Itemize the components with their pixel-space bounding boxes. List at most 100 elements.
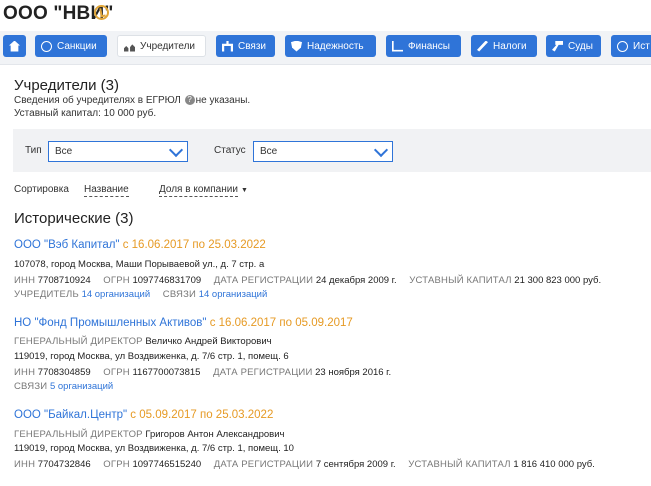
director-label: ГЕНЕРАЛЬНЫЙ ДИРЕКТОР — [14, 336, 143, 347]
inn-value: 7708710924 — [37, 275, 91, 286]
entry-title: НО "Фонд Промышленных Активов" с 16.06.2… — [14, 317, 353, 329]
director-value: Григоров Антон Александрович — [145, 429, 285, 440]
ogrn-value: 1097746515240 — [132, 459, 202, 470]
status-label: Статус — [214, 145, 246, 156]
founder-link[interactable]: 14 организаций — [82, 289, 151, 300]
inn-label: ИНН — [14, 459, 36, 470]
tab-label: Суды — [568, 40, 593, 52]
entry-title: ООО "Вэб Капитал" с 16.06.2017 по 25.03.… — [14, 239, 266, 251]
ogrn-label: ОГРН — [103, 459, 130, 470]
sort-by-share-label: Доля в компании — [159, 184, 238, 197]
type-select-value: Все — [55, 146, 73, 157]
tab-taxes[interactable]: Налоги — [471, 35, 537, 57]
sort-by-share[interactable]: Доля в компании ▼ — [159, 184, 248, 197]
percent-icon — [477, 40, 488, 52]
tab-sanctions[interactable]: Санкции — [35, 35, 107, 57]
tab-label: Ист — [633, 40, 650, 52]
tab-label: Связи — [238, 40, 267, 52]
tab-history[interactable]: Ист — [611, 35, 651, 57]
reg-value: 24 декабря 2009 г. — [315, 275, 397, 286]
entry-address: 119019, город Москва, ул Воздвиженка, д.… — [14, 443, 294, 454]
tab-links[interactable]: Связи — [216, 35, 275, 57]
hammer-icon — [552, 40, 563, 52]
egrul-note-text: Сведения об учредителях в ЕГРЮЛ — [14, 95, 181, 106]
ogrn-value: 1167700073815 — [132, 367, 201, 378]
history-icon — [617, 40, 628, 52]
entry-period: с 16.06.2017 по 05.09.2017 — [209, 317, 353, 329]
entry-title: ООО "Байкал.Центр" с 05.09.2017 по 25.03… — [14, 409, 273, 421]
links-link[interactable]: 14 организаций — [199, 289, 268, 300]
reg-label: ДАТА РЕГИСТРАЦИИ — [213, 275, 314, 286]
help-icon[interactable]: ? — [184, 95, 195, 106]
links-label: СВЯЗИ — [162, 289, 197, 300]
tab-label: Налоги — [493, 40, 527, 52]
shield-icon — [291, 40, 302, 52]
entry-relations: СВЯЗИ 5 организаций — [14, 381, 123, 392]
capital-label: УСТАВНЫЙ КАПИТАЛ — [409, 275, 512, 286]
type-label: Тип — [25, 145, 42, 156]
reg-label: ДАТА РЕГИСТРАЦИИ — [213, 367, 313, 378]
status-icon[interactable] — [94, 5, 109, 20]
globe-icon — [41, 40, 52, 52]
tab-label: Санкции — [57, 40, 97, 52]
capital-value: 1 816 410 000 руб. — [513, 459, 595, 470]
section-title: Учредители (3) — [14, 77, 120, 94]
entry-details: ИНН 7708304859 ОГРН 1167700073815 ДАТА Р… — [14, 367, 401, 378]
sort-by-name-label: Название — [84, 184, 129, 197]
entry-period: с 05.09.2017 по 25.03.2022 — [130, 409, 274, 421]
entry-name-link[interactable]: ООО "Вэб Капитал" — [14, 239, 120, 251]
status-select[interactable]: Все — [253, 141, 393, 162]
entry-director: ГЕНЕРАЛЬНЫЙ ДИРЕКТОР Григоров Антон Алек… — [14, 429, 294, 440]
tab-bar: Санкции Учредители Связи Надежность Фина… — [0, 31, 651, 65]
type-select[interactable]: Все — [48, 141, 188, 162]
inn-label: ИНН — [14, 275, 36, 286]
entry-relations: УЧРЕДИТЕЛЬ 14 организаций СВЯЗИ 14 орган… — [14, 289, 277, 300]
links-label: СВЯЗИ — [14, 381, 48, 392]
links-link[interactable]: 5 организаций — [50, 381, 113, 392]
entry-address: 107078, город Москва, Маши Порываевой ул… — [14, 259, 265, 270]
status-select-value: Все — [260, 146, 278, 157]
egrul-note-suffix: не указаны. — [195, 95, 251, 106]
users-icon — [124, 44, 135, 52]
tab-reliability[interactable]: Надежность — [285, 35, 376, 57]
chevron-down-icon — [374, 145, 388, 155]
inn-label: ИНН — [14, 367, 36, 378]
home-icon — [9, 40, 20, 52]
ogrn-value: 1097746831709 — [132, 275, 202, 286]
chevron-down-icon — [169, 145, 183, 155]
founders-panel: Учредители (3) Сведения об учредителях в… — [0, 66, 651, 486]
ogrn-label: ОГРН — [103, 275, 130, 286]
page-header: ООО "НВИ" — [0, 0, 651, 30]
reg-value: 7 сентября 2009 г. — [315, 459, 396, 470]
tab-label: Учредители — [140, 40, 196, 52]
sort-label: Сортировка — [14, 184, 69, 195]
tab-label: Финансы — [408, 40, 450, 52]
founder-label: УЧРЕДИТЕЛЬ — [14, 289, 79, 300]
historic-title: Исторические (3) — [14, 210, 134, 227]
entry-address: 119019, город Москва, ул Воздвиженка, д.… — [14, 351, 289, 362]
sort-by-name[interactable]: Название — [84, 184, 129, 197]
director-label: ГЕНЕРАЛЬНЫЙ ДИРЕКТОР — [14, 429, 143, 440]
tab-courts[interactable]: Суды — [546, 35, 601, 57]
tab-finance[interactable]: Финансы — [386, 35, 461, 57]
capital-label: УСТАВНЫЙ КАПИТАЛ — [408, 459, 511, 470]
inn-value: 7704732846 — [37, 459, 91, 470]
entry-details: ИНН 7704732846 ОГРН 1097746515240 ДАТА Р… — [14, 459, 605, 470]
egrul-note: Сведения об учредителях в ЕГРЮЛ ? не указ… — [14, 95, 250, 106]
links-icon — [222, 40, 233, 52]
tab-founders[interactable]: Учредители — [117, 35, 206, 57]
director-value: Величко Андрей Викторович — [145, 336, 272, 347]
reg-value: 23 ноября 2016 г. — [315, 367, 392, 378]
entry-director: ГЕНЕРАЛЬНЫЙ ДИРЕКТОР Величко Андрей Викт… — [14, 336, 282, 347]
entry-period: с 16.06.2017 по 25.03.2022 — [122, 239, 266, 251]
tab-home[interactable] — [3, 35, 26, 57]
entry-name-link[interactable]: НО "Фонд Промышленных Активов" — [14, 317, 207, 329]
capital-value: 21 300 823 000 руб. — [514, 275, 602, 286]
entry-details: ИНН 7708710924 ОГРН 1097746831709 ДАТА Р… — [14, 275, 611, 286]
entry-name-link[interactable]: ООО "Байкал.Центр" — [14, 409, 127, 421]
authorized-capital: Уставный капитал: 10 000 руб. — [14, 108, 157, 119]
filter-panel: Тип Все Статус Все — [13, 129, 651, 172]
chart-icon — [392, 40, 403, 52]
tab-label: Надежность — [307, 40, 364, 52]
reg-label: ДАТА РЕГИСТРАЦИИ — [213, 459, 314, 470]
